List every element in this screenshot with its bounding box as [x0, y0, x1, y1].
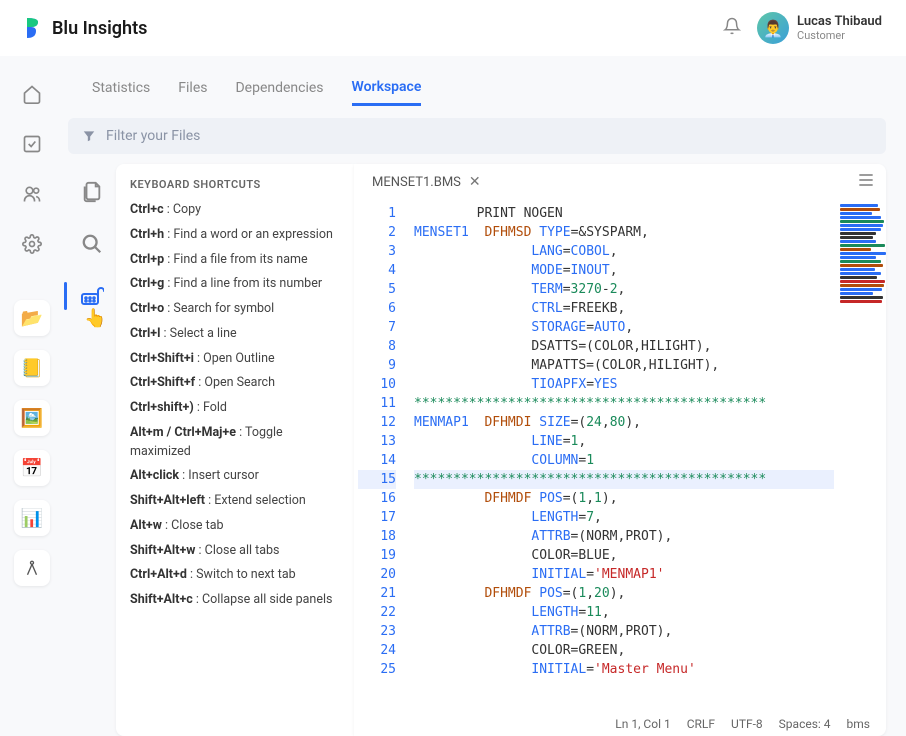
gear-icon[interactable]	[14, 226, 50, 262]
brand-name: Blu Insights	[52, 18, 147, 39]
tab-statistics[interactable]: Statistics	[92, 72, 150, 104]
folder-icon[interactable]: 📂	[14, 300, 50, 336]
shortcut-item: Shift+Alt+w : Close all tabs	[130, 542, 340, 561]
editor-panel: MENSET1.BMS ✕ 12345678910111213141516171…	[354, 164, 886, 736]
shortcut-item: Ctrl+Shift+i : Open Outline	[130, 350, 340, 369]
file-tabs: MENSET1.BMS ✕	[354, 164, 886, 200]
editor-tool-rail: 👆	[68, 164, 116, 736]
search-icon[interactable]	[76, 228, 108, 260]
shortcuts-list: Ctrl+c : Copy Ctrl+h : Find a word or an …	[116, 201, 354, 630]
code-area[interactable]: 1234567891011121314151617181920212223242…	[354, 200, 886, 712]
filter-placeholder: Filter your Files	[106, 128, 200, 144]
file-tab[interactable]: MENSET1.BMS ✕	[364, 168, 489, 196]
users-icon[interactable]	[14, 176, 50, 212]
user-name: Lucas Thibaud	[797, 14, 882, 30]
bell-icon[interactable]	[723, 17, 741, 39]
status-encoding[interactable]: UTF-8	[731, 717, 763, 731]
shortcut-item: Ctrl+c : Copy	[130, 201, 340, 220]
cursor-icon: 👆	[84, 308, 106, 329]
shortcuts-panel: KEYBOARD SHORTCUTS Ctrl+c : Copy Ctrl+h :…	[116, 164, 354, 736]
shortcut-item: Ctrl+Alt+d : Switch to next tab	[130, 566, 340, 585]
logo[interactable]: Blu Insights	[24, 16, 147, 40]
checkbox-icon[interactable]	[14, 126, 50, 162]
top-right: 👨‍💼 Lucas Thibaud Customer	[723, 12, 882, 44]
shortcut-item: Ctrl+o : Search for symbol	[130, 300, 340, 319]
note-icon[interactable]: 📒	[14, 350, 50, 386]
shortcuts-title: KEYBOARD SHORTCUTS	[116, 164, 354, 201]
list-icon[interactable]	[856, 170, 876, 194]
shortcut-item: Shift+Alt+c : Collapse all side panels	[130, 591, 340, 610]
close-icon[interactable]: ✕	[469, 174, 481, 190]
status-lang[interactable]: bms	[847, 717, 870, 731]
left-rail: 📂 📒 🖼️ 📅 📊	[0, 56, 64, 736]
chart-icon[interactable]: 📊	[14, 500, 50, 536]
shortcut-item: Ctrl+p : Find a file from its name	[130, 251, 340, 270]
user-role: Customer	[797, 29, 882, 42]
minimap[interactable]	[838, 200, 886, 712]
code-content[interactable]: PRINT NOGENMENSET1 DFHMSD TYPE=&SYSPARM,…	[408, 200, 838, 712]
file-tab-label: MENSET1.BMS	[372, 175, 461, 190]
shortcut-item: Ctrl+h : Find a word or an expression	[130, 226, 340, 245]
shortcut-item: Ctrl+Shift+f : Open Search	[130, 374, 340, 393]
compass-icon[interactable]	[14, 550, 50, 586]
content: Statistics Files Dependencies Workspace Fil…	[64, 56, 906, 736]
home-icon[interactable]	[14, 76, 50, 112]
status-eol[interactable]: CRLF	[687, 717, 715, 731]
image-icon[interactable]: 🖼️	[14, 400, 50, 436]
nav-tabs: Statistics Files Dependencies Workspace	[68, 66, 886, 106]
shortcut-item: Alt+click : Insert cursor	[130, 467, 340, 486]
user-menu[interactable]: 👨‍💼 Lucas Thibaud Customer	[757, 12, 882, 44]
tab-dependencies[interactable]: Dependencies	[235, 72, 323, 104]
logo-icon	[24, 16, 44, 40]
status-bar: Ln 1, Col 1 CRLF UTF-8 Spaces: 4 bms	[354, 712, 886, 736]
files-icon[interactable]	[76, 176, 108, 208]
top-bar: Blu Insights 👨‍💼 Lucas Thibaud Customer	[0, 0, 906, 56]
shortcut-item: Ctrl+g : Find a line from its number	[130, 275, 340, 294]
shortcut-item: Alt+m / Ctrl+Maj+e : Toggle maximized	[130, 424, 340, 462]
status-position[interactable]: Ln 1, Col 1	[615, 717, 670, 731]
keyboard-shortcuts-icon[interactable]: 👆	[76, 280, 108, 312]
calendar-icon[interactable]: 📅	[14, 450, 50, 486]
shortcut-item: Ctrl+l : Select a line	[130, 325, 340, 344]
shortcut-item: Shift+Alt+left : Extend selection	[130, 492, 340, 511]
status-spaces[interactable]: Spaces: 4	[779, 717, 831, 731]
tab-workspace[interactable]: Workspace	[352, 71, 422, 106]
filter-icon	[82, 129, 96, 143]
avatar-icon: 👨‍💼	[757, 12, 789, 44]
shortcut-item: Ctrl+shift+) : Fold	[130, 399, 340, 418]
line-gutter: 1234567891011121314151617181920212223242…	[354, 200, 408, 712]
shortcut-item: Alt+w : Close tab	[130, 517, 340, 536]
filter-bar[interactable]: Filter your Files	[68, 118, 886, 154]
tab-files[interactable]: Files	[178, 72, 207, 104]
